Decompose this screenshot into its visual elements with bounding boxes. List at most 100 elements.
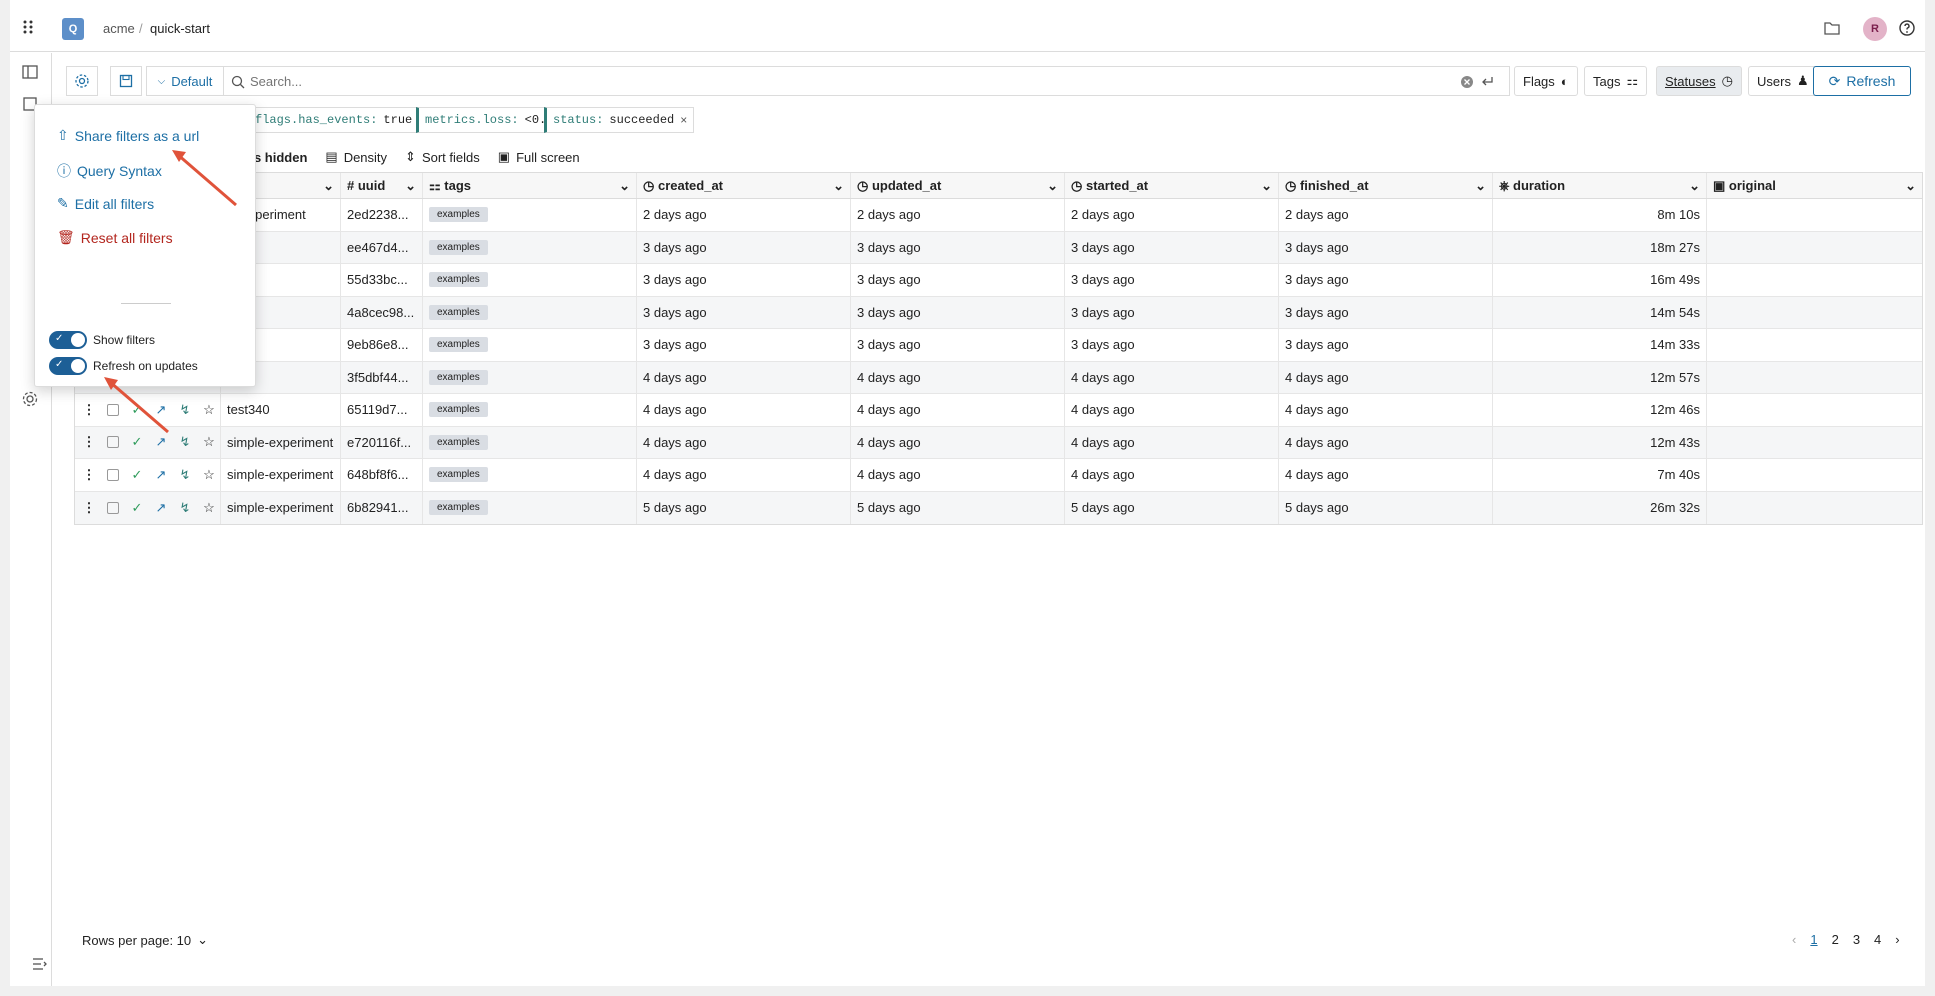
star-icon[interactable]: ☆ [199,498,219,518]
metrics-icon[interactable]: ↯ [175,400,195,420]
show-filters-toggle-row[interactable]: ✓ Show filters [49,331,155,349]
tag-badge[interactable]: examples [429,500,488,516]
row-checkbox[interactable] [103,400,123,420]
star-icon[interactable]: ☆ [199,400,219,420]
density-button[interactable]: ▤ Density [325,149,387,165]
breadcrumb-org[interactable]: acme [103,21,135,36]
row-menu-icon[interactable]: ⋮ [79,465,99,485]
metrics-icon[interactable]: ↯ [175,432,195,452]
refresh-on-updates-toggle[interactable]: ✓ [49,357,87,375]
filter-chip[interactable]: status: succeeded × [544,107,695,133]
rows-per-page-select[interactable]: Rows per page: 10 ⌄ [82,932,208,948]
column-header-uuid[interactable]: # uuid ⌄ [341,173,423,198]
chevron-down-icon[interactable]: ⌄ [1475,178,1486,194]
tag-badge[interactable]: examples [429,337,488,353]
filter-settings-button[interactable] [66,66,98,96]
row-menu-icon[interactable]: ⋮ [79,432,99,452]
refresh-on-updates-toggle-row[interactable]: ✓ Refresh on updates [49,357,198,375]
edit-all-filters-item[interactable]: ✎ Edit all filters [57,195,154,212]
row-checkbox[interactable] [103,465,123,485]
folder-icon[interactable] [1822,18,1842,38]
star-icon[interactable]: ☆ [199,465,219,485]
column-header-created[interactable]: ◷ created_at ⌄ [637,173,851,198]
remove-chip-icon[interactable]: × [680,113,687,127]
row-checkbox[interactable] [103,432,123,452]
query-syntax-item[interactable]: ⓘ Query Syntax [57,161,162,181]
table-row[interactable]: ⋮ ✓ ↗ ↯ ☆ 340 ee467d4... examples 3 days… [75,231,1922,264]
page-link[interactable]: 1 [1810,932,1817,947]
tags-filter-button[interactable]: Tags ⚏ [1584,66,1648,96]
tag-badge[interactable]: examples [429,434,488,450]
run-name[interactable]: test340 [221,394,341,426]
external-link-icon[interactable]: ↗ [151,498,171,518]
table-row[interactable]: ⋮ ✓ ↗ ↯ ☆ 340 4a8cec98... examples 3 day… [75,296,1922,329]
row-menu-icon[interactable]: ⋮ [79,400,99,420]
star-icon[interactable]: ☆ [199,432,219,452]
table-row[interactable]: ⋮ ✓ ↗ ↯ ☆ le-experiment 2ed2238... examp… [75,199,1922,232]
show-filters-toggle[interactable]: ✓ [49,331,87,349]
external-link-icon[interactable]: ↗ [151,432,171,452]
page-link[interactable]: 3 [1853,932,1860,947]
nav-settings-icon[interactable] [21,390,39,408]
sort-fields-button[interactable]: ⇕ Sort fields [405,149,480,165]
chevron-down-icon[interactable]: ⌄ [833,178,844,194]
column-header-started[interactable]: ◷ started_at ⌄ [1065,173,1279,198]
collapse-nav-icon[interactable] [32,957,48,971]
next-page-icon[interactable]: › [1895,932,1899,947]
preset-dropdown[interactable]: ⌵ Default [146,66,224,96]
tag-badge[interactable]: examples [429,402,488,418]
metrics-icon[interactable]: ↯ [175,465,195,485]
column-header-updated[interactable]: ◷ updated_at ⌄ [851,173,1065,198]
table-row[interactable]: ⋮ ✓ ↗ ↯ ☆ 340 55d33bc... examples 3 days… [75,264,1922,297]
external-link-icon[interactable]: ↗ [151,400,171,420]
table-row[interactable]: ⋮ ✓ ↗ ↯ ☆ simple-experiment e720116f... … [75,426,1922,459]
tag-badge[interactable]: examples [429,239,488,255]
apps-grid-icon[interactable] [22,19,36,35]
breadcrumb-project[interactable]: quick-start [150,21,210,36]
filter-chip[interactable]: flags.has_events:true× [246,107,433,133]
chevron-down-icon[interactable]: ⌄ [405,178,416,194]
project-badge[interactable]: Q [62,18,84,40]
enter-icon[interactable] [1480,75,1494,89]
column-header-original[interactable]: ▣ original ⌄ [1707,173,1922,198]
tag-badge[interactable]: examples [429,304,488,320]
row-checkbox[interactable] [103,498,123,518]
column-header-duration[interactable]: ⎈ duration ⌄ [1493,173,1707,198]
page-link[interactable]: 2 [1832,932,1839,947]
page-link[interactable]: 4 [1874,932,1881,947]
run-name[interactable]: simple-experiment [221,491,341,524]
table-row[interactable]: ⋮ ✓ ↗ ↯ ☆ simple-experiment 6b82941... e… [75,491,1922,524]
table-row[interactable]: ⋮ ✓ ↗ ↯ ☆ test340 65119d7... examples 4 … [75,394,1922,427]
row-menu-icon[interactable]: ⋮ [79,498,99,518]
users-filter-button[interactable]: Users ♟ [1748,66,1818,96]
full-screen-button[interactable]: ▣ Full screen [498,149,580,165]
run-name[interactable]: simple-experiment [221,426,341,458]
external-link-icon[interactable]: ↗ [151,465,171,485]
help-icon[interactable] [1897,18,1917,38]
save-search-button[interactable] [110,66,142,96]
run-name[interactable]: simple-experiment [221,459,341,491]
tag-badge[interactable]: examples [429,467,488,483]
chevron-down-icon[interactable]: ⌄ [1261,178,1272,194]
table-row[interactable]: ⋮ ✓ ↗ ↯ ☆ simple-experiment 648bf8f6... … [75,459,1922,492]
chevron-down-icon[interactable]: ⌄ [1689,178,1700,194]
search-input[interactable] [250,73,1400,89]
table-row[interactable]: ⋮ ✓ ↗ ↯ ☆ 340 9eb86e8... examples 3 days… [75,329,1922,362]
tag-badge[interactable]: examples [429,272,488,288]
chevron-down-icon[interactable]: ⌄ [323,178,334,194]
prev-page-icon[interactable]: ‹ [1792,932,1796,947]
metrics-icon[interactable]: ↯ [175,498,195,518]
table-row[interactable]: ⋮ ✓ ↗ ↯ ☆ 340 3f5dbf44... examples 4 day… [75,361,1922,394]
chevron-down-icon[interactable]: ⌄ [1047,178,1058,194]
refresh-button[interactable]: ⟳ Refresh [1813,66,1911,96]
tag-badge[interactable]: examples [429,369,488,385]
chevron-down-icon[interactable]: ⌄ [1905,178,1916,194]
chevron-down-icon[interactable]: ⌄ [619,178,630,194]
statuses-filter-button[interactable]: Statuses ◷ [1656,66,1742,96]
share-filters-item[interactable]: ⇧ Share filters as a url [57,127,199,144]
panel-toggle-icon[interactable] [21,63,39,81]
user-avatar[interactable]: R [1863,17,1887,41]
column-header-tags[interactable]: ⚏ tags ⌄ [423,173,637,198]
clear-search-icon[interactable] [1460,75,1474,89]
reset-all-filters-item[interactable]: 🗑 Reset all filters [57,229,173,246]
